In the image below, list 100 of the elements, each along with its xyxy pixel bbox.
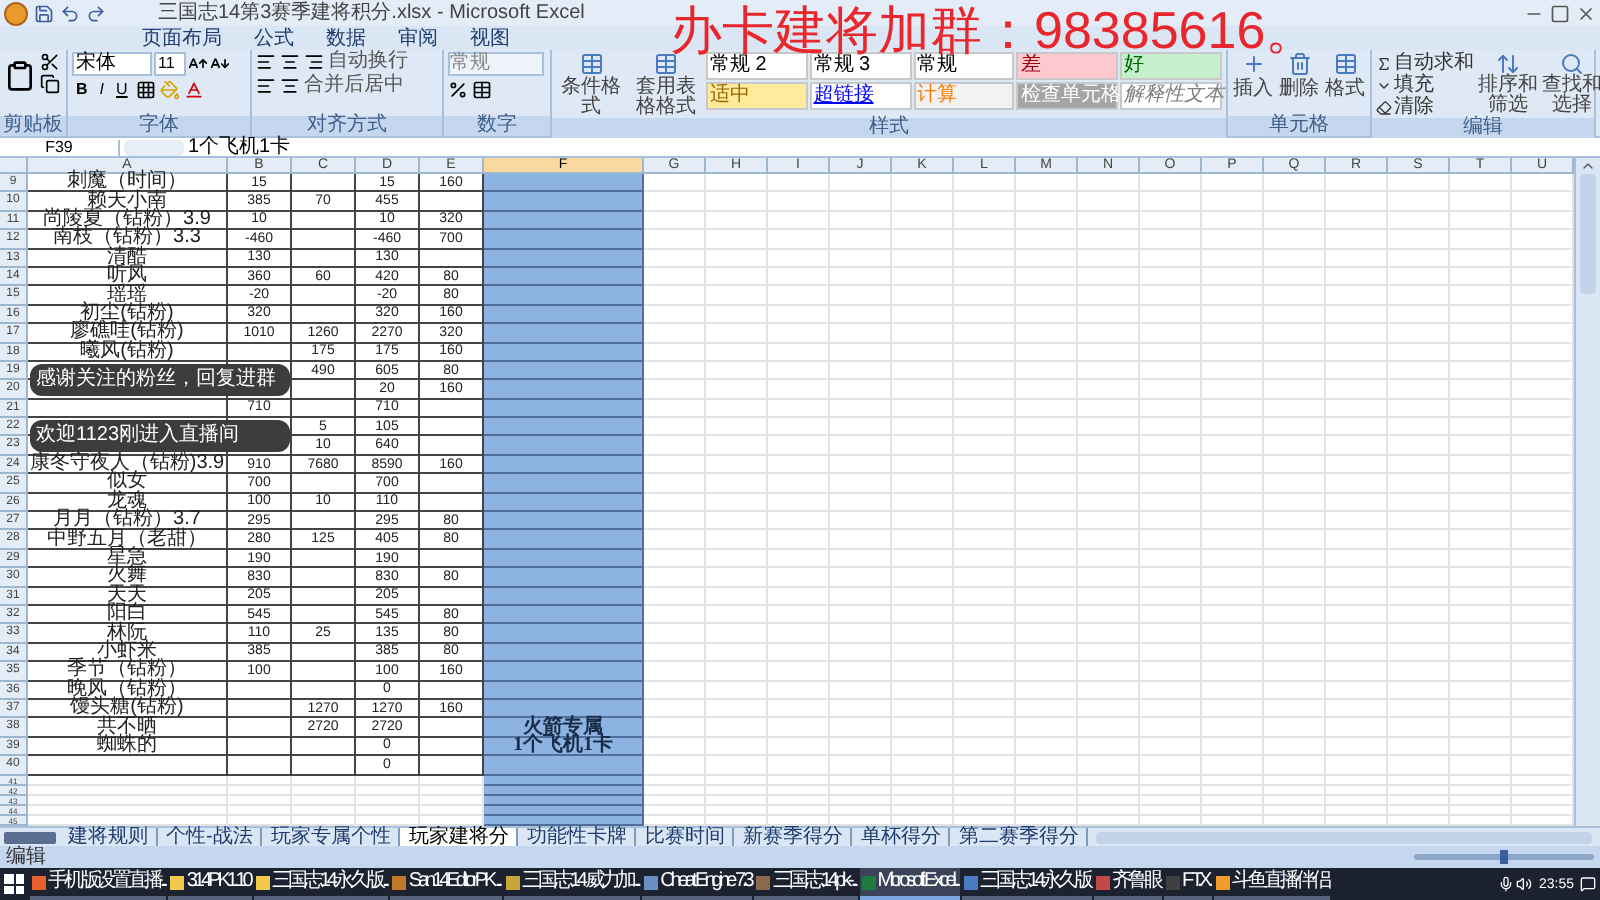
sigma-icon xyxy=(1376,55,1392,71)
table-cell: 季节（钻粉） xyxy=(28,662,228,682)
edit-button[interactable]: 排序和筛选 xyxy=(1478,52,1538,116)
table-cell: 共不晒 xyxy=(28,718,228,738)
indent-icon[interactable] xyxy=(256,76,276,96)
table-cell: 林阮 xyxy=(28,624,228,644)
cell-style[interactable]: 解释性文本 xyxy=(1120,82,1222,110)
fill-color-icon[interactable] xyxy=(159,80,180,100)
cell-style[interactable]: 适中 xyxy=(705,82,808,110)
edit-command[interactable]: 清除 xyxy=(1376,96,1474,118)
table-cell: 中野五月（老甜） xyxy=(28,530,228,550)
cut-icon[interactable] xyxy=(40,52,60,72)
align-left-icon[interactable] xyxy=(256,52,276,72)
table-cell: 蜘蛛的 xyxy=(28,737,228,757)
zoom-slider-thumb[interactable] xyxy=(1500,850,1508,864)
table-cell: 曦风(钻粉) xyxy=(28,343,228,362)
undo-icon[interactable] xyxy=(60,3,80,23)
taskbar-item[interactable]: 314PK1.10 xyxy=(168,868,252,900)
ribbon-tab[interactable]: 审阅 xyxy=(392,30,444,50)
table-cell: 听风 xyxy=(28,267,228,287)
edit-command[interactable]: 填充 xyxy=(1376,74,1474,96)
cell-style[interactable]: 常规 xyxy=(913,52,1015,80)
close-icon[interactable] xyxy=(1576,3,1596,23)
align-right-icon[interactable] xyxy=(304,52,324,72)
cell-style[interactable]: 常规 2 xyxy=(705,52,808,80)
italic-button[interactable]: I xyxy=(95,82,109,98)
cell-style[interactable]: 超链接 xyxy=(809,82,912,110)
group-label: 字体 xyxy=(68,116,250,136)
table-cell: 廖礁哇(钻粉) xyxy=(28,324,228,344)
ribbon-tab[interactable]: 公式 xyxy=(248,30,300,50)
save-icon[interactable] xyxy=(34,3,54,23)
volume-icon[interactable] xyxy=(1516,876,1533,892)
trash-icon xyxy=(1287,52,1311,76)
eraser-icon xyxy=(1376,99,1392,115)
formula-field[interactable]: 1个飞机1卡 xyxy=(188,137,291,157)
taskbar-item[interactable]: 手机版设置直播... xyxy=(30,868,167,900)
paste-icon[interactable] xyxy=(4,60,36,92)
style-button[interactable]: 套用表格格式 xyxy=(630,52,702,118)
align-center-icon[interactable] xyxy=(280,52,300,72)
horizontal-scrollbar[interactable] xyxy=(1096,831,1592,843)
table-cell: 1个飞机1卡 xyxy=(484,737,644,757)
edit-button[interactable]: 查找和选择 xyxy=(1542,52,1600,116)
bold-button[interactable]: B xyxy=(72,82,92,98)
table-cell: 晚风（钻粉） xyxy=(28,681,228,700)
percent-icon[interactable] xyxy=(448,80,468,100)
edit-command[interactable]: 自动求和 xyxy=(1376,52,1474,74)
ribbon-tab[interactable]: 视图 xyxy=(464,30,516,50)
start-icon[interactable] xyxy=(4,874,24,894)
table-cell: 瑶瑶 xyxy=(28,286,228,306)
taskbar-item[interactable]: 齐鲁眼 xyxy=(1093,868,1162,900)
table-cell: 阳白 xyxy=(28,605,228,625)
border-icon[interactable] xyxy=(135,80,156,100)
shrink-font-icon[interactable] xyxy=(210,54,230,74)
taskbar-item[interactable]: 三国志14 威力加... xyxy=(503,868,641,900)
ribbon-tab[interactable]: 页面布局 xyxy=(136,30,228,50)
taskbar-item[interactable]: 三国志14永久版... xyxy=(253,868,389,900)
redo-icon[interactable] xyxy=(86,3,106,23)
decimal-icon[interactable] xyxy=(472,80,492,100)
group-label: 对齐方式 xyxy=(252,116,442,136)
microphone-icon[interactable] xyxy=(1498,876,1515,892)
office-button[interactable] xyxy=(4,1,28,25)
cell-style[interactable]: 差 xyxy=(1016,52,1119,80)
table-icon xyxy=(579,52,604,76)
taskbar-item[interactable]: 三国志14pk-... xyxy=(754,868,858,900)
name-box[interactable]: F39 xyxy=(0,139,120,155)
chat-notification: 感谢关注的粉丝，回复进群 xyxy=(30,364,290,396)
taskbar-item[interactable]: San14EditorPK ... xyxy=(390,868,502,900)
table-icon xyxy=(654,52,679,76)
maximize-icon[interactable] xyxy=(1550,3,1570,23)
wrap-text-button[interactable]: 自动换行 xyxy=(328,52,408,72)
copy-icon[interactable] xyxy=(40,74,60,94)
group-label: 编辑 xyxy=(1372,118,1594,138)
cell-button[interactable]: 删除 xyxy=(1278,52,1320,100)
cell-button[interactable]: 插入 xyxy=(1232,52,1274,100)
table-cell: 赖天小南 xyxy=(28,192,228,212)
taskbar-item[interactable]: Cheat Engine 7.3 xyxy=(642,868,753,900)
font-field[interactable]: 宋体 xyxy=(72,52,152,76)
taskbar-item[interactable]: 斗鱼直播伴侣 xyxy=(1213,868,1330,900)
scroll-up-icon[interactable] xyxy=(1580,158,1596,174)
grow-font-icon[interactable] xyxy=(188,54,208,74)
taskbar-item[interactable]: F T.X. xyxy=(1163,868,1212,900)
table-cell: 馒头糖(钻粉) xyxy=(28,699,228,719)
merge-center-button[interactable]: 合并后居中 xyxy=(304,76,404,96)
status-mode: 编辑 xyxy=(6,847,46,867)
font-color-icon[interactable] xyxy=(183,80,204,100)
scrollbar-thumb[interactable] xyxy=(1580,174,1596,294)
notification-icon[interactable] xyxy=(1580,876,1596,892)
ribbon-tab[interactable]: 数据 xyxy=(320,30,372,50)
cell-button[interactable]: 格式 xyxy=(1324,52,1366,100)
style-button[interactable]: 条件格式 xyxy=(556,52,627,118)
taskbar-item[interactable]: 三国志14永久版 xyxy=(961,868,1092,900)
underline-button[interactable]: U xyxy=(112,82,132,98)
font-size-field[interactable]: 11 xyxy=(154,52,186,76)
table-cell: 火舞 xyxy=(28,568,228,588)
center-icon[interactable] xyxy=(280,76,300,96)
group-label: 数字 xyxy=(444,116,550,136)
sheet-nav-icon[interactable] xyxy=(4,831,56,843)
taskbar-item[interactable]: Microsoft Excel... xyxy=(859,868,960,900)
sheet-tab[interactable]: 玩家建将分 xyxy=(400,827,519,847)
cell-style[interactable]: 好 xyxy=(1120,52,1222,80)
